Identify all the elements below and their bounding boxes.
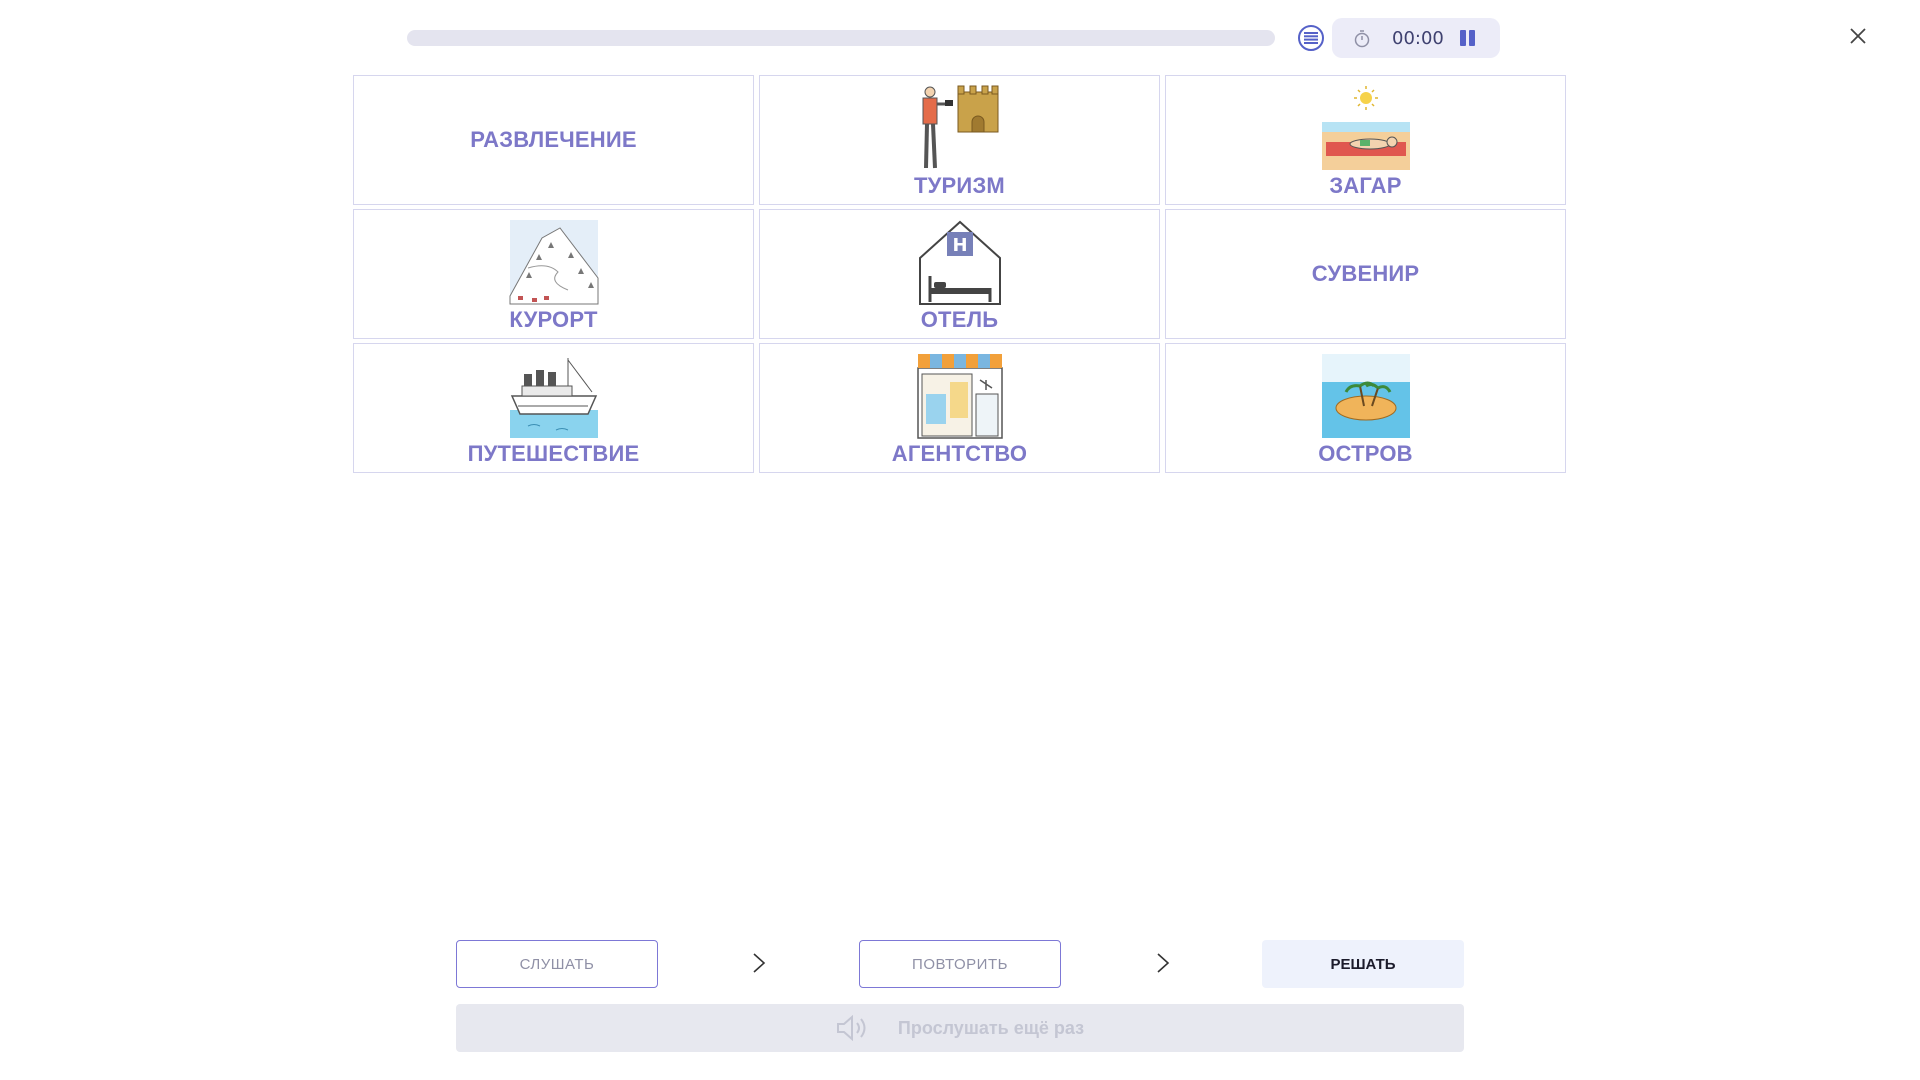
word-card[interactable]: ОСТРОВ xyxy=(1165,343,1566,473)
word-card[interactable]: РАЗВЛЕЧЕНИЕ xyxy=(353,75,754,205)
card-label: СУВЕНИР xyxy=(1311,261,1420,286)
chevron-right-icon xyxy=(753,953,766,973)
progress-bar xyxy=(407,30,1275,46)
sunbathing-image xyxy=(1321,84,1410,170)
card-label: ОТЕЛЬ xyxy=(920,307,999,332)
card-label: АГЕНТСТВО xyxy=(891,441,1028,466)
card-label: КУРОРТ xyxy=(509,307,598,332)
listen-again-button[interactable]: Прослушать ещё раз xyxy=(456,1004,1464,1052)
close-icon[interactable] xyxy=(1846,24,1870,48)
ski-resort-image xyxy=(509,220,598,305)
card-label: ОСТРОВ xyxy=(1318,441,1413,466)
hotel-image: H xyxy=(918,220,1001,305)
word-card[interactable]: ЗАГАР xyxy=(1165,75,1566,205)
card-label: ТУРИЗМ xyxy=(914,173,1005,198)
travel-agency-image xyxy=(916,354,1003,439)
word-card[interactable]: ПУТЕШЕСТВИЕ xyxy=(353,343,754,473)
word-card[interactable]: H ОТЕЛЬ xyxy=(759,209,1160,339)
listen-button[interactable]: СЛУШАТЬ xyxy=(456,940,658,988)
listen-again-label: Прослушать ещё раз xyxy=(897,1017,1085,1038)
svg-text:H: H xyxy=(952,235,967,256)
speaker-icon xyxy=(836,1015,866,1041)
word-card[interactable]: СУВЕНИР xyxy=(1165,209,1566,339)
card-label: ПУТЕШЕСТВИЕ xyxy=(467,441,640,466)
list-icon[interactable] xyxy=(1298,25,1324,51)
app-screen: 00:00 РАЗВЛЕЧЕНИЕ ТУРИЗМ ЗАГАР КУРОРТ H … xyxy=(0,0,1920,1080)
card-label: ЗАГАР xyxy=(1329,173,1402,198)
ship-image xyxy=(509,354,598,438)
word-card[interactable]: АГЕНТСТВО xyxy=(759,343,1160,473)
timer-value: 00:00 xyxy=(1392,28,1444,49)
card-label: РАЗВЛЕЧЕНИЕ xyxy=(470,127,637,152)
repeat-button[interactable]: ПОВТОРИТЬ xyxy=(859,940,1061,988)
word-card[interactable]: КУРОРТ xyxy=(353,209,754,339)
timer: 00:00 xyxy=(1332,18,1500,58)
word-card-grid: РАЗВЛЕЧЕНИЕ ТУРИЗМ ЗАГАР КУРОРТ H ОТЕЛЬ … xyxy=(353,75,1568,476)
word-card[interactable]: ТУРИЗМ xyxy=(759,75,1160,205)
chevron-right-icon xyxy=(1157,953,1170,973)
pause-icon[interactable] xyxy=(1456,28,1478,48)
solve-button[interactable]: РЕШАТЬ xyxy=(1262,940,1464,988)
stopwatch-icon xyxy=(1354,30,1370,48)
island-image xyxy=(1321,354,1410,438)
tourist-castle-image xyxy=(922,85,998,169)
